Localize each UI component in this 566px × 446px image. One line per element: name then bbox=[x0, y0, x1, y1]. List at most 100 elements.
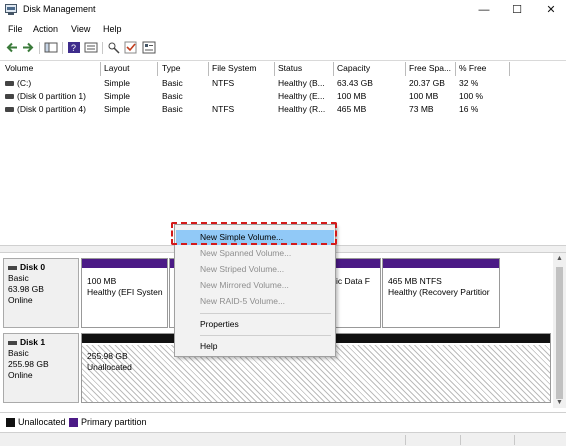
disk-name: Disk 1 bbox=[20, 337, 46, 347]
cell-capacity: 100 MB bbox=[337, 91, 367, 101]
column-header-type[interactable]: Type bbox=[162, 63, 180, 75]
column-separator bbox=[274, 62, 275, 76]
column-header-free-space[interactable]: Free Spa... bbox=[409, 63, 451, 75]
cell-capacity: 465 MB bbox=[337, 104, 367, 114]
toolbar: ? bbox=[0, 39, 566, 57]
status-bar-pane bbox=[460, 435, 461, 445]
cell-percent-free: 32 % bbox=[459, 78, 479, 88]
cell-volume: (C:) bbox=[17, 78, 32, 88]
menu-action[interactable]: Action bbox=[33, 24, 58, 34]
volume-icon bbox=[5, 107, 14, 112]
check-icon[interactable] bbox=[124, 41, 138, 54]
cell-free-space: 100 MB bbox=[409, 91, 439, 101]
menu-item-help[interactable]: Help bbox=[176, 339, 334, 354]
legend-swatch-unallocated bbox=[6, 418, 15, 427]
maximize-button[interactable]: ☐ bbox=[502, 0, 532, 20]
scrollbar-thumb[interactable] bbox=[556, 267, 563, 399]
highlight-annotation-box bbox=[171, 222, 337, 245]
column-header-capacity[interactable]: Capacity bbox=[337, 63, 370, 75]
disk-state: Online bbox=[8, 370, 33, 380]
column-header-status[interactable]: Status bbox=[278, 63, 302, 75]
cell-type: Basic bbox=[162, 104, 183, 114]
disk-management-app-icon bbox=[5, 4, 17, 15]
partition-status: Healthy (EFI Systen bbox=[87, 287, 163, 297]
menu-separator bbox=[200, 335, 331, 336]
vertical-scrollbar[interactable]: ▲ ▼ bbox=[553, 253, 566, 408]
partition-status: Healthy (Recovery Partitior bbox=[388, 287, 490, 297]
column-separator bbox=[405, 62, 406, 76]
cell-status: Healthy (R... bbox=[278, 104, 326, 114]
column-header-file-system[interactable]: File System bbox=[212, 63, 256, 75]
cell-percent-free: 16 % bbox=[459, 104, 479, 114]
cell-layout: Simple bbox=[104, 104, 130, 114]
menu-view[interactable]: View bbox=[71, 24, 90, 34]
menu-item-new-mirrored-volume: New Mirrored Volume... bbox=[200, 280, 289, 290]
primary-partition-cap bbox=[383, 259, 499, 268]
forward-arrow-icon[interactable] bbox=[21, 41, 35, 54]
cell-layout: Simple bbox=[104, 91, 130, 101]
cell-type: Basic bbox=[162, 91, 183, 101]
disk-kind: Basic bbox=[8, 273, 29, 283]
menu-item-properties[interactable]: Properties bbox=[176, 317, 334, 332]
menu-item-new-raid5-volume: New RAID-5 Volume... bbox=[200, 296, 286, 306]
cell-percent-free: 100 % bbox=[459, 91, 484, 101]
close-button[interactable]: ✕ bbox=[536, 0, 566, 20]
legend-label-primary: Primary partition bbox=[81, 417, 147, 427]
column-separator bbox=[509, 62, 510, 76]
column-separator bbox=[208, 62, 209, 76]
partition-size: 255.98 GB bbox=[87, 351, 128, 361]
toolbar-separator bbox=[102, 42, 103, 54]
cell-volume: (Disk 0 partition 4) bbox=[17, 104, 86, 114]
column-header-volume[interactable]: Volume bbox=[5, 63, 33, 75]
toolbar-separator bbox=[62, 42, 63, 54]
cell-layout: Simple bbox=[104, 78, 130, 88]
menu-help[interactable]: Help bbox=[103, 24, 122, 34]
legend-label-unallocated: Unallocated bbox=[18, 417, 66, 427]
primary-partition-cap bbox=[82, 259, 167, 268]
disk-size: 63.98 GB bbox=[8, 284, 44, 294]
minimize-button[interactable]: — bbox=[469, 0, 499, 20]
partition-efi[interactable]: 100 MB Healthy (EFI Systen bbox=[81, 258, 168, 328]
list-view-icon[interactable] bbox=[142, 41, 156, 54]
column-header-percent-free[interactable]: % Free bbox=[459, 63, 486, 75]
cell-file-system: NTFS bbox=[212, 104, 235, 114]
scroll-down-arrow-icon[interactable]: ▼ bbox=[555, 399, 564, 409]
cell-volume: (Disk 0 partition 1) bbox=[17, 91, 86, 101]
menu-item-new-striped-volume: New Striped Volume... bbox=[200, 264, 285, 274]
partition-size: 100 MB bbox=[87, 276, 117, 286]
status-bar bbox=[0, 432, 566, 446]
disk-1-label[interactable]: Disk 1 Basic 255.98 GB Online bbox=[3, 333, 79, 403]
cell-file-system: NTFS bbox=[212, 78, 235, 88]
cell-free-space: 20.37 GB bbox=[409, 78, 445, 88]
window-title: Disk Management bbox=[23, 4, 96, 14]
properties-icon[interactable] bbox=[84, 41, 98, 54]
disk-name: Disk 0 bbox=[20, 262, 46, 272]
cell-capacity: 63.43 GB bbox=[337, 78, 373, 88]
partition-recovery[interactable]: 465 MB NTFS Healthy (Recovery Partitior bbox=[382, 258, 500, 328]
disk-icon bbox=[8, 340, 17, 345]
help-icon[interactable]: ? bbox=[67, 41, 81, 54]
cell-free-space: 73 MB bbox=[409, 104, 434, 114]
disk-kind: Basic bbox=[8, 348, 29, 358]
status-bar-pane bbox=[405, 435, 406, 445]
disk-icon bbox=[8, 265, 17, 270]
volume-icon bbox=[5, 81, 14, 86]
console-tree-icon[interactable] bbox=[44, 41, 58, 54]
partition-size: 465 MB NTFS bbox=[388, 276, 442, 286]
column-separator bbox=[333, 62, 334, 76]
back-arrow-icon[interactable] bbox=[5, 41, 19, 54]
column-header-layout[interactable]: Layout bbox=[104, 63, 130, 75]
menu-bar: File Action View Help bbox=[0, 22, 566, 38]
menu-file[interactable]: File bbox=[8, 24, 23, 34]
disk-0-label[interactable]: Disk 0 Basic 63.98 GB Online bbox=[3, 258, 79, 328]
disk-size: 255.98 GB bbox=[8, 359, 49, 369]
legend-swatch-primary bbox=[69, 418, 78, 427]
column-separator bbox=[100, 62, 101, 76]
toolbar-separator bbox=[39, 42, 40, 54]
svg-text:?: ? bbox=[71, 43, 76, 53]
column-separator bbox=[455, 62, 456, 76]
volume-icon bbox=[5, 94, 14, 99]
scroll-up-arrow-icon[interactable]: ▲ bbox=[555, 255, 564, 265]
connect-icon[interactable] bbox=[107, 41, 121, 54]
partition-status: Unallocated bbox=[87, 362, 132, 372]
